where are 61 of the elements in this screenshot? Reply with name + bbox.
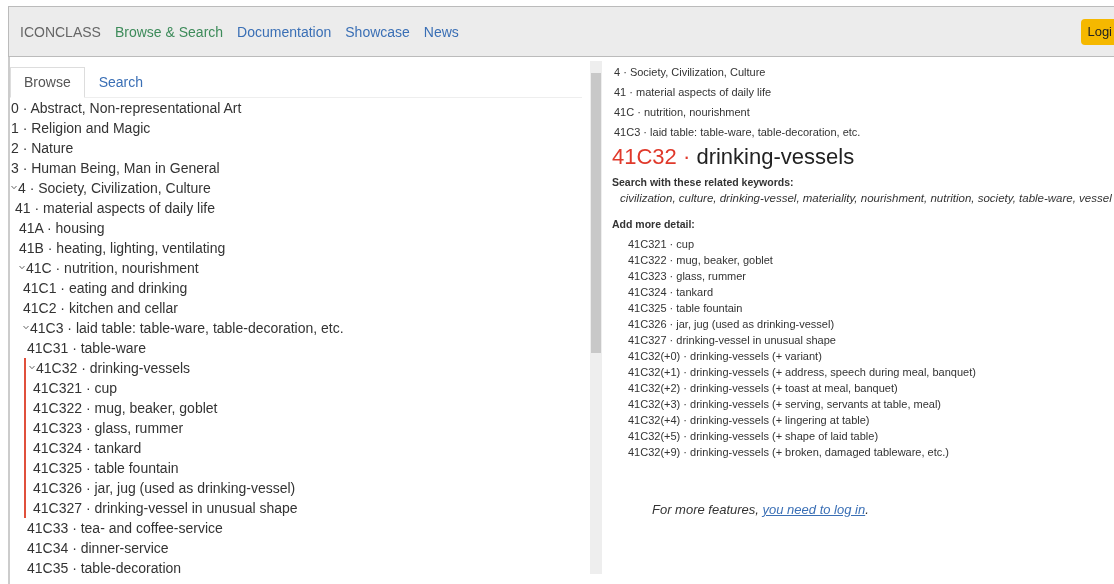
keywords-label: Search with these related keywords:	[612, 176, 795, 188]
detail-link[interactable]: 41C32(+3) · drinking-vessels (+ serving, servants at table, meal)	[628, 398, 942, 410]
nav-link[interactable]: Showcase	[345, 23, 410, 40]
tree-item[interactable]: 41C2 · kitchen and cellar	[23, 298, 178, 318]
caret-icon[interactable]	[19, 265, 25, 270]
tree-item[interactable]: 41C324 · tankard	[33, 438, 142, 458]
notation-code: 41C32 ·	[612, 144, 691, 169]
breadcrumb-link[interactable]: 41C · nutrition, nourishment	[612, 102, 1114, 122]
caret-icon[interactable]	[23, 325, 29, 330]
keywords-list[interactable]: civilization, culture, drinking-vessel, materiality, nourishment, nutrition, society, table-ware, vessel	[612, 192, 1114, 204]
tab[interactable]: Search	[84, 67, 158, 98]
detail-link[interactable]: 41C324 · tankard	[628, 286, 713, 298]
tree-item[interactable]: 41C325 · table fountain	[33, 458, 179, 478]
tree-item[interactable]: 41C326 · jar, jug (used as drinking-vessel)	[33, 478, 296, 498]
scrollbar[interactable]	[590, 61, 602, 574]
tree-item[interactable]: 41C322 · mug, beaker, goblet	[33, 398, 218, 418]
tree-item[interactable]: 41C321 · cup	[33, 378, 118, 398]
login-button[interactable]: Logi	[1081, 18, 1114, 45]
detail-link[interactable]: 41C323 · glass, rummer	[628, 270, 746, 282]
login-note: For more features, you need to log in.	[652, 502, 870, 517]
detail-link[interactable]: 41C32(+0) · drinking-vessels (+ variant)	[628, 350, 822, 362]
tree-item[interactable]: 4 · Society, Civilization, Culture	[11, 178, 211, 198]
detail-link[interactable]: 41C326 · jar, jug (used as drinking-vessel)	[628, 318, 835, 330]
tree-item[interactable]: 1 · Religion and Magic	[11, 118, 151, 138]
tree-item[interactable]: 41C32 · drinking-vessels	[24, 358, 191, 378]
brand-link[interactable]: ICONCLASS	[20, 23, 101, 40]
detail-link[interactable]: 41C321 · cup	[628, 238, 695, 250]
tree-item[interactable]: 41C323 · glass, rummer	[33, 418, 184, 438]
tree-item[interactable]: 41C · nutrition, nourishment	[19, 258, 199, 278]
detail-link[interactable]: 41C325 · table fountain	[628, 302, 743, 314]
breadcrumb-link[interactable]: 41C3 · laid table: table-ware, table-decoration, etc.	[612, 122, 1114, 142]
caret-icon[interactable]	[11, 185, 17, 190]
tab[interactable]: Browse	[10, 67, 85, 98]
more-detail-label: Add more detail:	[612, 218, 696, 230]
tree-item[interactable]: 41C33 · tea- and coffee-service	[27, 518, 223, 538]
detail-link[interactable]: 41C32(+1) · drinking-vessels (+ address, speech during meal, banquet)	[628, 366, 976, 378]
breadcrumb-link[interactable]: 4 · Society, Civilization, Culture	[612, 62, 1114, 82]
tree-item[interactable]: 41C1 · eating and drinking	[23, 278, 188, 298]
nav-link[interactable]: Documentation	[237, 23, 332, 40]
detail-link[interactable]: 41C327 · drinking-vessel in unusual shape	[628, 334, 836, 346]
detail-link[interactable]: 41C32(+4) · drinking-vessels (+ lingering at table)	[628, 414, 870, 426]
tree-item[interactable]: 41 · material aspects of daily life	[15, 198, 215, 218]
detail-link[interactable]: 41C322 · mug, beaker, goblet	[628, 254, 773, 266]
tree-item[interactable]: 41B · heating, lighting, ventilating	[19, 238, 226, 258]
detail-link[interactable]: 41C32(+5) · drinking-vessels (+ shape of laid table)	[628, 430, 879, 442]
tree-item[interactable]: 41C35 · table-decoration	[27, 558, 182, 578]
tree-item[interactable]: 41C31 · table-ware	[27, 338, 147, 358]
breadcrumb-link[interactable]: 41 · material aspects of daily life	[612, 82, 1114, 102]
tree-item[interactable]: 41C327 · drinking-vessel in unusual shape	[33, 498, 298, 518]
tree-item[interactable]: 3 · Human Being, Man in General	[11, 158, 220, 178]
nav-link[interactable]: News	[423, 23, 459, 40]
tree-item[interactable]: 0 · Abstract, Non-representational Art	[11, 98, 242, 118]
tree-item[interactable]: 2 · Nature	[11, 138, 74, 158]
nav-link[interactable]: Browse & Search	[114, 23, 224, 40]
tree-item[interactable]: 41A · housing	[19, 218, 105, 238]
tree-item[interactable]: 41C3 · laid table: table-ware, table-decoration, etc.	[23, 318, 344, 338]
detail-link[interactable]: 41C32(+9) · drinking-vessels (+ broken, damaged tableware, etc.)	[628, 446, 949, 458]
caret-icon[interactable]	[29, 365, 35, 370]
detail-link[interactable]: 41C32(+2) · drinking-vessels (+ toast at meal, banquet)	[628, 382, 898, 394]
tree-item[interactable]: 41C34 · dinner-service	[27, 538, 169, 558]
heading-title: drinking-vessels	[696, 144, 855, 169]
